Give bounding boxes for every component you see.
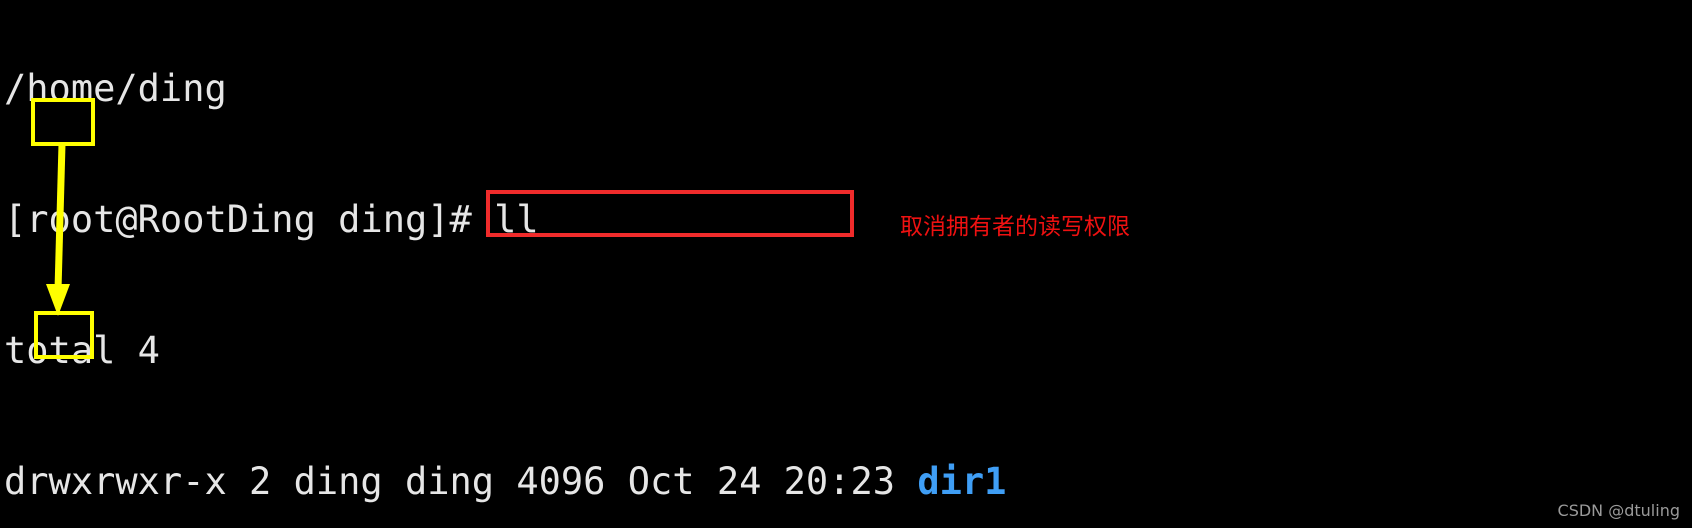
terminal-line-pwd-partial: /home/ding	[4, 67, 227, 111]
terminal-screen: /home/ding [root@RootDing ding]# ll tota…	[0, 0, 1692, 528]
terminal-line-dir1-before: drwxrwxr-x 2 ding ding 4096 Oct 24 20:23…	[4, 460, 1029, 504]
annotation-note-text: 取消拥有者的读写权限	[900, 214, 1130, 240]
terminal-line-prompt-ll-1: [root@RootDing ding]# ll	[4, 197, 539, 241]
terminal-line-total-1: total 4	[4, 328, 160, 372]
dir1-perms-before: drwxrwxr-x 2 ding ding 4096 Oct 24 20:23	[4, 459, 918, 503]
dir1-name-before: dir1	[917, 459, 1007, 503]
watermark-text: CSDN @dtuling	[1557, 501, 1680, 520]
terminal-output[interactable]: /home/ding [root@RootDing ding]# ll tota…	[4, 0, 1029, 528]
